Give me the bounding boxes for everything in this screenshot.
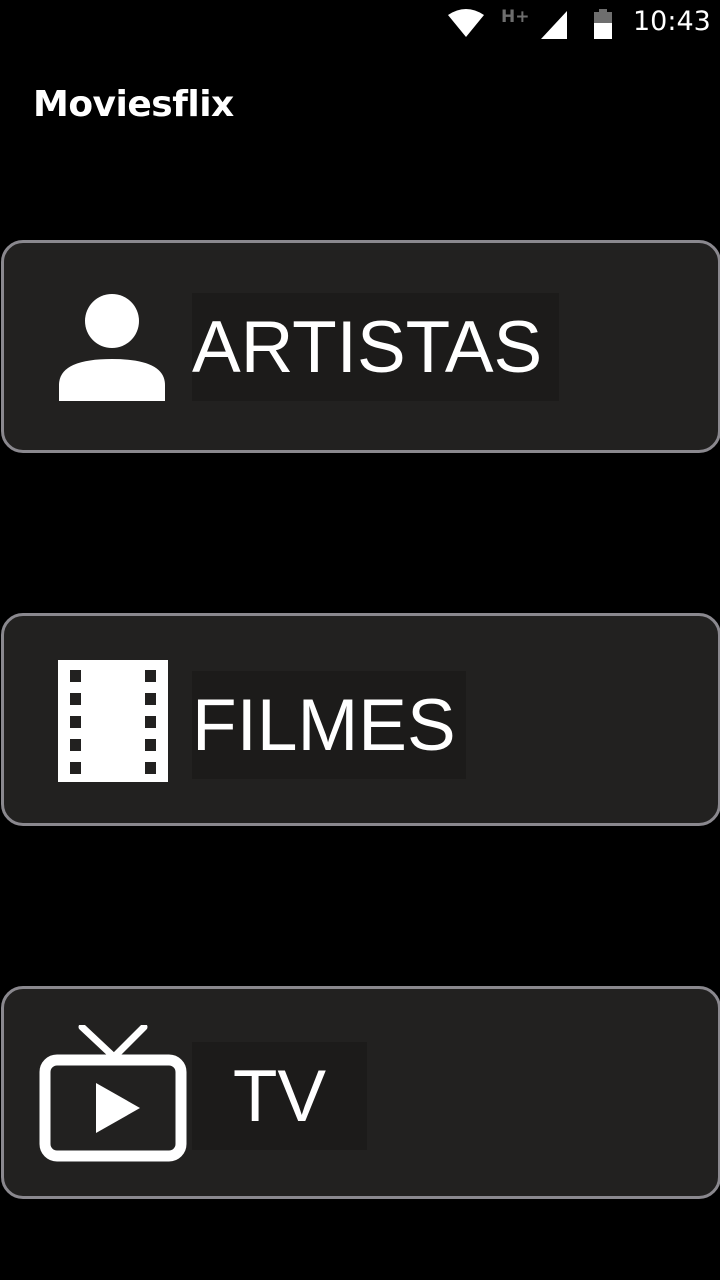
tv-button[interactable]: TV xyxy=(1,986,720,1199)
clock: 10:43 xyxy=(633,6,711,37)
signal-icon xyxy=(541,11,567,43)
tv-play-icon xyxy=(38,1023,188,1169)
wifi-icon xyxy=(448,9,484,41)
battery-icon xyxy=(594,9,612,43)
filmes-label: FILMES xyxy=(192,684,456,766)
network-type-label: H+ xyxy=(501,7,530,27)
tv-label-box: TV xyxy=(192,1042,367,1150)
tv-label: TV xyxy=(232,1055,327,1137)
filmes-button[interactable]: FILMES xyxy=(1,613,720,826)
filmes-label-box: FILMES xyxy=(192,671,466,779)
artistas-button[interactable]: ARTISTAS xyxy=(1,240,720,453)
app-title: Moviesflix xyxy=(33,84,234,125)
status-bar: H+ 10:43 xyxy=(0,0,720,50)
person-icon xyxy=(57,293,167,407)
artistas-label: ARTISTAS xyxy=(192,306,543,388)
artistas-label-box: ARTISTAS xyxy=(192,293,559,401)
film-strip-icon xyxy=(58,660,168,786)
